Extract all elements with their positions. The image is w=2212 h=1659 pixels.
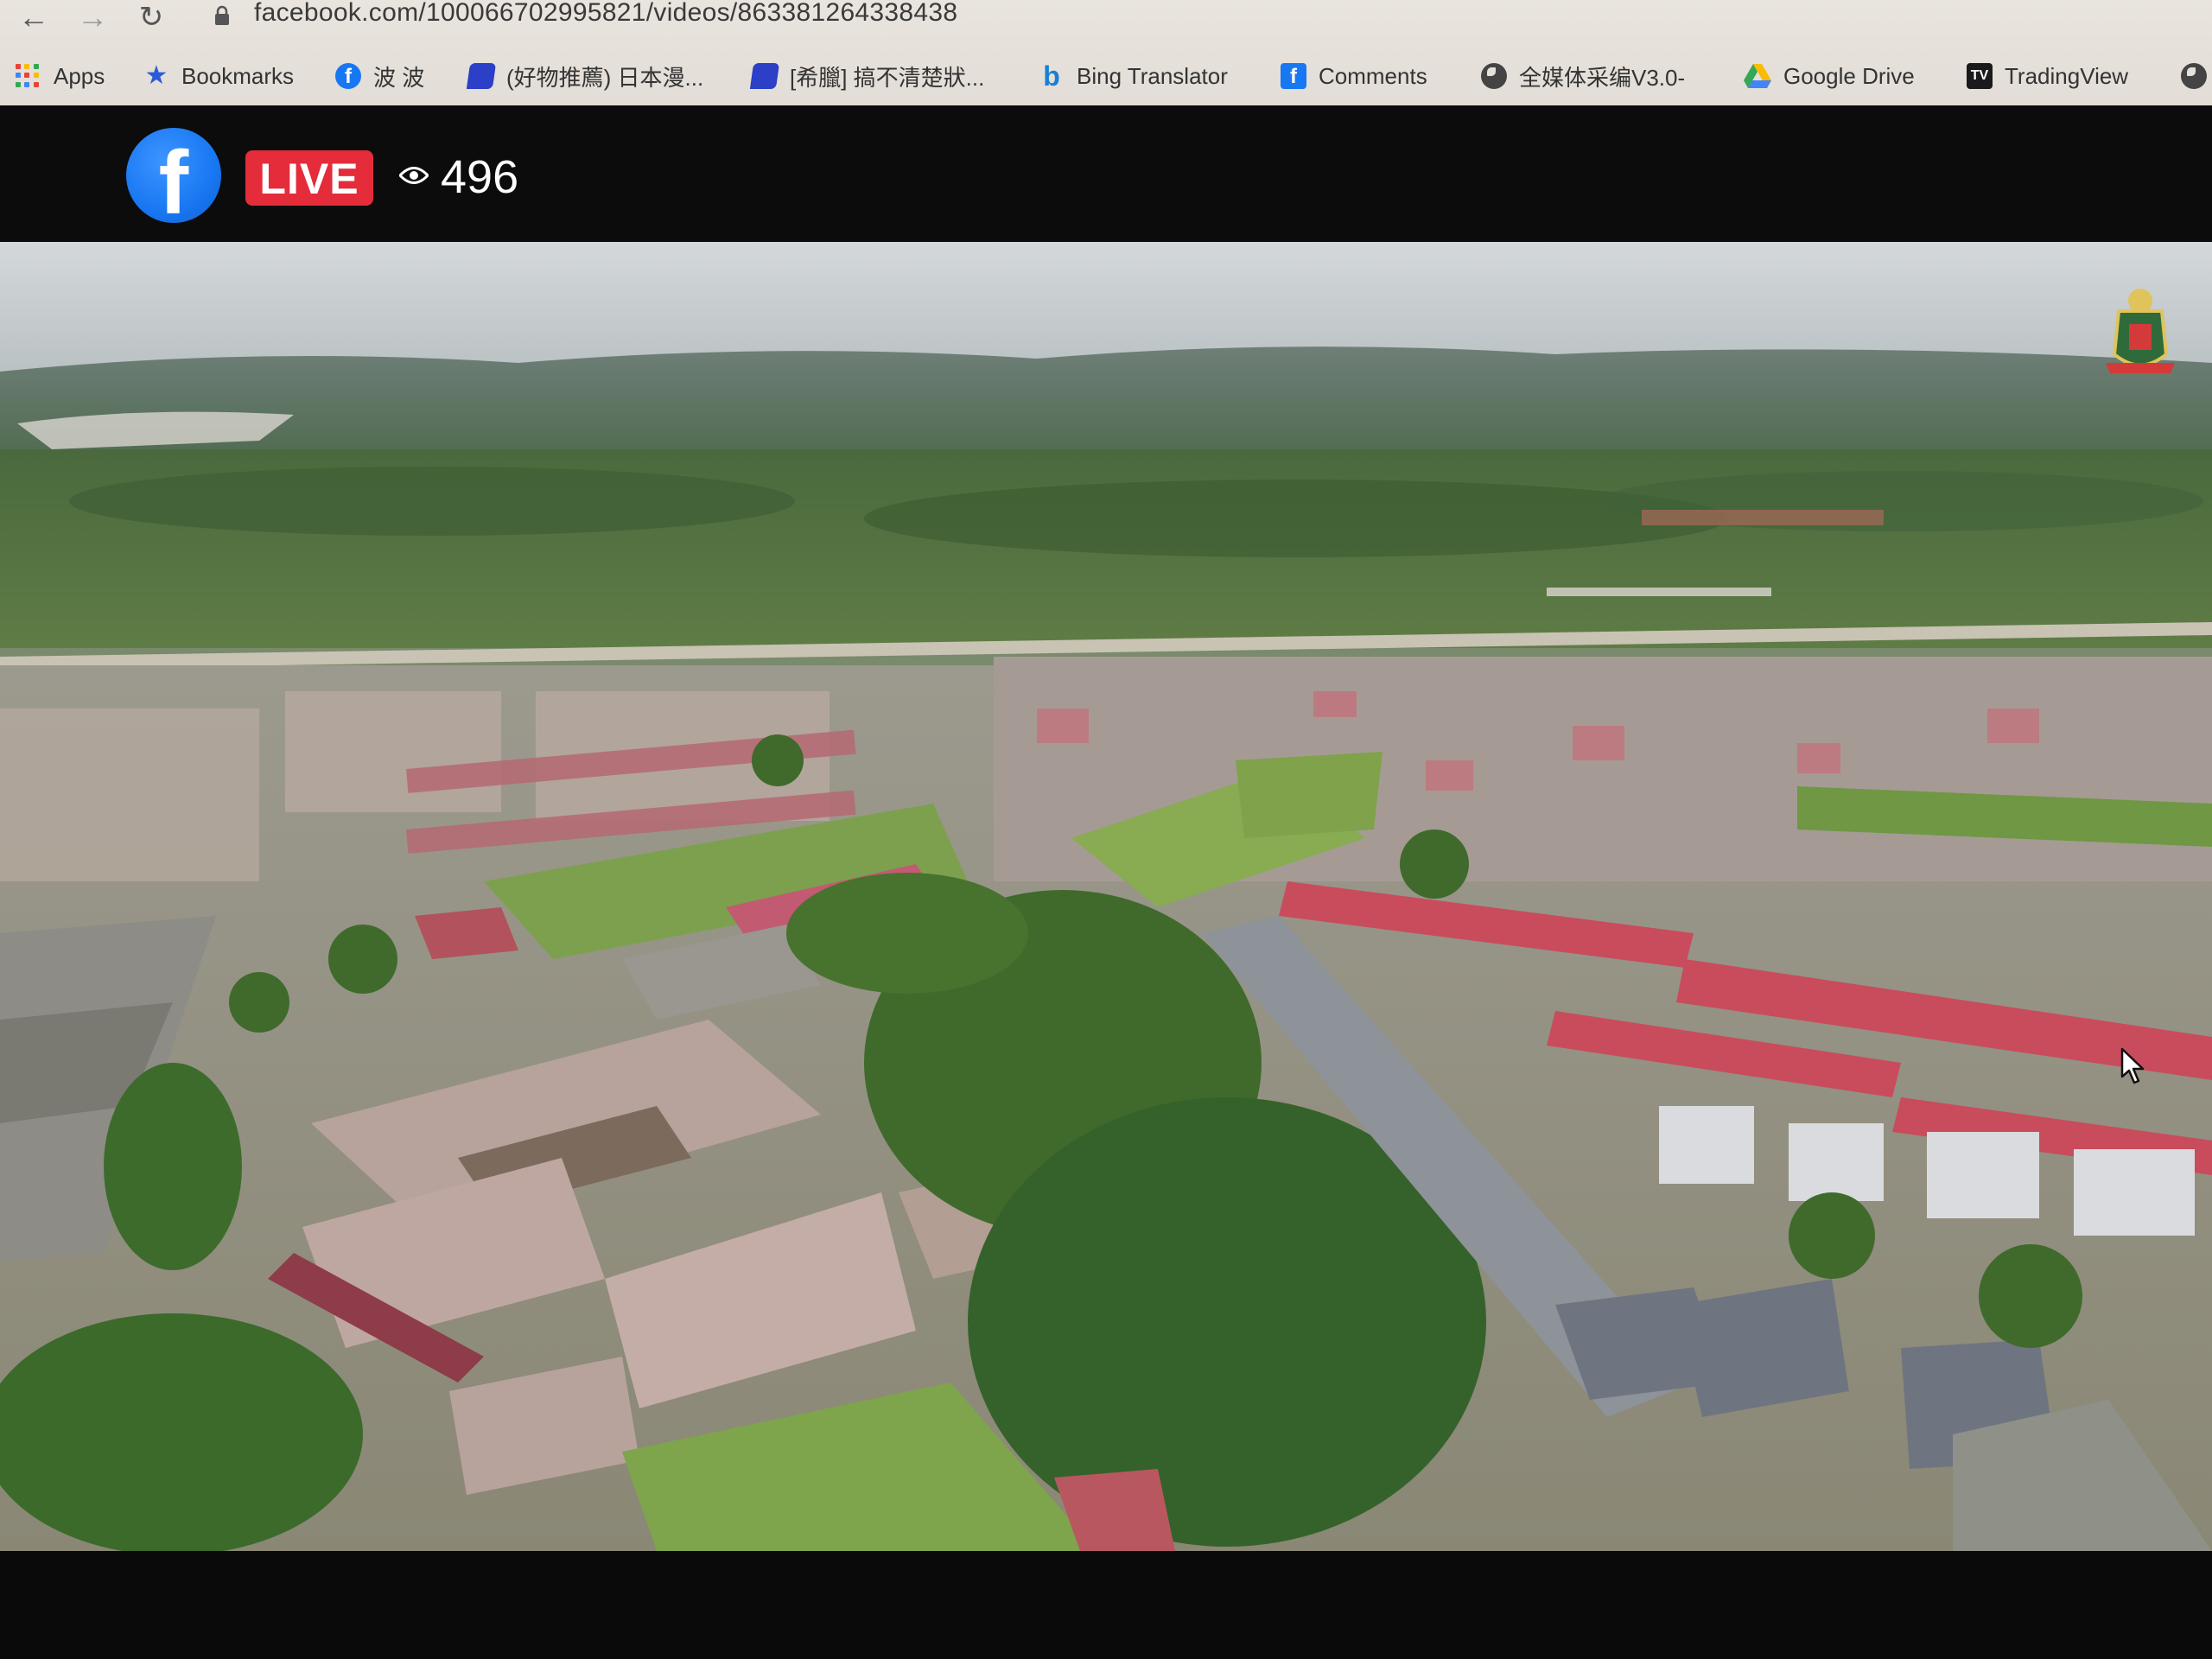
bookmark-overflow[interactable] bbox=[2181, 59, 2212, 93]
bookmark-label: Apps bbox=[54, 62, 105, 89]
bookmark-label: (好物推薦) 日本漫... bbox=[506, 64, 704, 91]
bookmark-label: TradingView bbox=[2005, 62, 2129, 89]
bookmark-label: Google Drive bbox=[1783, 62, 1915, 89]
facebook-icon: f bbox=[335, 63, 361, 89]
bookmark-comments[interactable]: f Comments bbox=[1281, 59, 1427, 93]
live-video-frame[interactable] bbox=[0, 242, 2212, 1551]
forward-arrow-icon[interactable]: → bbox=[71, 0, 114, 35]
bookmark-greece[interactable]: [希臘] 搞不清楚狀... bbox=[749, 59, 985, 93]
browser-chrome: ← → ↻ facebook.com/100066702995821/video… bbox=[0, 0, 2212, 105]
bookmark-label: Bing Translator bbox=[1077, 62, 1228, 89]
bookmark-bookmarks[interactable]: ★ Bookmarks bbox=[143, 59, 295, 93]
channel-crest-logo-icon bbox=[2106, 289, 2175, 373]
globe-icon bbox=[1481, 63, 1507, 89]
bookmark-label: Bookmarks bbox=[181, 62, 295, 89]
mouse-cursor-icon bbox=[2120, 1047, 2145, 1084]
bookmark-label: 波 波 bbox=[373, 64, 425, 91]
address-bar-url[interactable]: facebook.com/100066702995821/videos/8633… bbox=[254, 0, 957, 28]
address-bar-row: ← → ↻ facebook.com/100066702995821/video… bbox=[0, 0, 2212, 35]
aerial-town-view bbox=[0, 242, 2212, 1551]
back-arrow-icon[interactable]: ← bbox=[12, 0, 55, 35]
globe-icon bbox=[2181, 63, 2207, 89]
apps-grid-icon bbox=[16, 64, 40, 88]
bookmark-label: [希臘] 搞不清楚狀... bbox=[790, 64, 985, 91]
bookmark-label: Comments bbox=[1319, 62, 1427, 89]
bookmark-label: 全媒体采编V3.0- bbox=[1519, 64, 1686, 91]
video-bottom-bar bbox=[0, 1551, 2212, 1659]
bookmark-bing-translator[interactable]: b Bing Translator bbox=[1039, 59, 1228, 93]
bookmarks-bar: Apps ★ Bookmarks f 波 波 (好物推薦) 日本漫... [希臘… bbox=[0, 50, 2212, 102]
chat-bubble-icon bbox=[466, 63, 497, 89]
reload-icon[interactable]: ↻ bbox=[130, 0, 173, 35]
google-drive-icon bbox=[1744, 64, 1771, 88]
chat-bubble-icon bbox=[749, 63, 780, 89]
bookmark-media-editor[interactable]: 全媒体采编V3.0- bbox=[1481, 59, 1685, 93]
bookmark-bobo[interactable]: f 波 波 bbox=[335, 59, 424, 93]
viewer-count: 496 bbox=[441, 151, 519, 203]
bookmark-google-drive[interactable]: Google Drive bbox=[1744, 59, 1915, 93]
bookmark-apps[interactable]: Apps bbox=[16, 59, 105, 93]
tradingview-icon: TV bbox=[1967, 63, 1993, 89]
lock-icon bbox=[215, 5, 229, 25]
live-badge: LIVE bbox=[245, 150, 373, 206]
facebook-square-icon: f bbox=[1281, 63, 1306, 89]
bookmark-tradingview[interactable]: TV TradingView bbox=[1967, 59, 2128, 93]
eye-icon bbox=[399, 167, 429, 184]
bing-icon: b bbox=[1043, 60, 1060, 92]
star-icon: ★ bbox=[144, 61, 168, 90]
facebook-logo-icon: f bbox=[126, 128, 221, 223]
bookmark-manga[interactable]: (好物推薦) 日本漫... bbox=[466, 59, 704, 93]
